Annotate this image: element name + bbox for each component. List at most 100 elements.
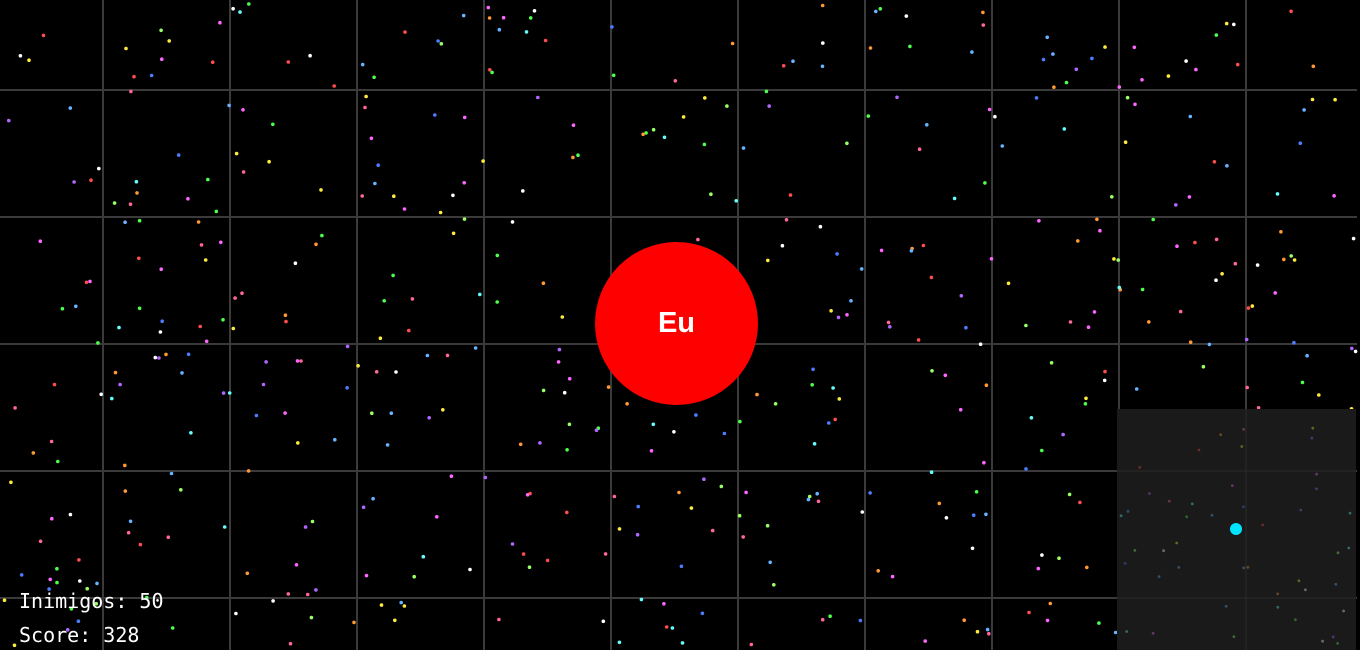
food-pellet [487, 16, 492, 20]
food-pellet [1116, 258, 1120, 262]
food-pellet [451, 231, 456, 236]
food-pellet [651, 422, 656, 427]
food-pellet [2, 598, 7, 602]
food-pellet [1110, 195, 1114, 199]
food-pellet [402, 604, 407, 608]
food-pellet [158, 330, 163, 334]
food-pellet [112, 201, 117, 205]
food-pellet [651, 127, 656, 132]
food-pellet [694, 413, 698, 417]
food-pellet [1289, 254, 1293, 258]
food-pellet [983, 181, 987, 185]
food-pellet [1233, 261, 1238, 266]
food-pellet [971, 513, 976, 517]
food-pellet [1103, 45, 1107, 49]
food-pellet [199, 243, 204, 247]
food-pellet [180, 371, 184, 375]
food-pellet [532, 9, 537, 13]
food-pellet [1037, 219, 1041, 223]
food-pellet [518, 442, 523, 447]
food-pellet [288, 641, 293, 646]
food-pellet [425, 353, 430, 358]
food-pellet [1178, 309, 1183, 314]
food-pellet [1188, 340, 1193, 345]
food-pellet [868, 46, 873, 50]
food-pellet [138, 542, 143, 547]
food-pellet [376, 163, 381, 167]
food-pellet [1244, 337, 1249, 342]
food-pellet [462, 217, 467, 221]
food-pellet [1250, 304, 1255, 308]
food-pellet [1045, 35, 1049, 40]
food-pellet [1068, 320, 1073, 324]
food-pellet [527, 565, 532, 569]
food-pellet [167, 39, 171, 43]
food-pellet [521, 189, 525, 193]
food-pellet [478, 292, 482, 297]
food-pellet [952, 196, 957, 201]
food-pellet [227, 103, 231, 108]
food-pellet [576, 153, 580, 157]
food-pellet [987, 107, 992, 112]
minimap-food-dot [1197, 448, 1201, 452]
score-value: 328 [103, 623, 140, 647]
food-pellet [1351, 236, 1356, 241]
food-pellet [13, 406, 17, 410]
food-pellet [1125, 95, 1130, 100]
food-pellet [917, 147, 922, 151]
food-pellet [240, 291, 244, 296]
game-arena[interactable]: Eu Inimigos: 50 Score: 328 [0, 0, 1360, 650]
food-pellet [744, 490, 748, 495]
food-pellet [1214, 237, 1219, 242]
minimap-food-dot [1177, 566, 1181, 569]
food-pellet [975, 629, 980, 634]
food-pellet [295, 359, 300, 363]
food-pellet [84, 280, 89, 285]
food-pellet [254, 413, 259, 418]
minimap-food-dot [1297, 579, 1301, 583]
food-pellet [702, 142, 707, 147]
food-pellet [764, 89, 769, 94]
enemies-count: 50 [139, 589, 164, 613]
food-pellet [1092, 310, 1097, 314]
minimap-food-dot [1162, 549, 1165, 553]
food-pellet [379, 603, 384, 607]
food-pellet [1235, 62, 1240, 67]
food-pellet [68, 512, 73, 517]
food-pellet [233, 296, 237, 300]
food-pellet [1140, 287, 1145, 292]
minimap-food-dot [1210, 513, 1214, 517]
food-pellet [137, 306, 142, 311]
food-pellet [890, 574, 895, 579]
food-pellet [153, 355, 158, 360]
food-pellet [1040, 553, 1044, 557]
food-pellet [204, 339, 209, 344]
score-label: Score: [19, 623, 92, 647]
food-pellet [1302, 108, 1306, 112]
minimap-food-dot [1119, 514, 1123, 518]
food-pellet [879, 248, 884, 253]
food-pellet [221, 318, 225, 322]
minimap-food-dot [1315, 487, 1318, 491]
food-pellet [55, 580, 59, 585]
food-pellet [594, 428, 599, 433]
food-pellet [1187, 195, 1192, 199]
food-pellet [1034, 96, 1039, 100]
food-pellet [436, 39, 440, 43]
food-pellet [571, 123, 576, 127]
minimap-food-dot [1276, 592, 1280, 596]
food-pellet [664, 625, 669, 629]
food-pellet [567, 422, 572, 427]
food-pellet [696, 237, 700, 242]
food-pellet [68, 106, 73, 110]
food-pellet [886, 320, 891, 325]
food-pellet [41, 33, 46, 38]
food-pellet [835, 252, 839, 256]
food-pellet [510, 220, 515, 224]
food-pellet [1282, 257, 1286, 262]
minimap-food-dot [1190, 502, 1194, 506]
food-pellet [363, 105, 367, 110]
food-pellet [636, 504, 640, 509]
food-pellet [495, 253, 500, 258]
food-pellet [1027, 610, 1031, 615]
